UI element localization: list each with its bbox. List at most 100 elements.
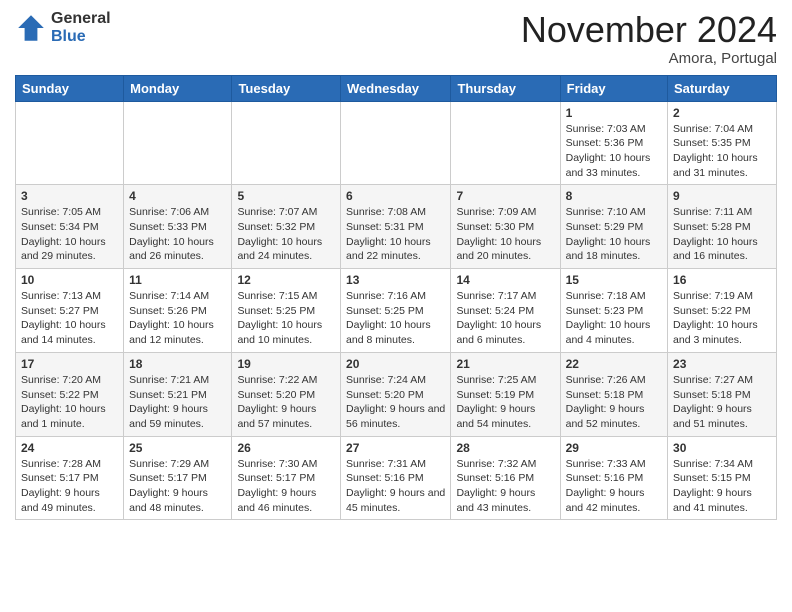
cell-0-2 <box>232 101 341 185</box>
day-info-1: Sunrise: 7:03 AM Sunset: 5:36 PM Dayligh… <box>566 122 662 181</box>
day-info-11: Sunrise: 7:14 AM Sunset: 5:26 PM Dayligh… <box>129 289 226 348</box>
col-sunday: Sunday <box>16 75 124 101</box>
logo: General Blue <box>15 10 111 45</box>
day-number-5: 5 <box>237 189 335 203</box>
cell-1-1: 4 Sunrise: 7:06 AM Sunset: 5:33 PM Daylig… <box>124 185 232 269</box>
day-number-30: 30 <box>673 441 771 455</box>
cell-3-6: 23Sunrise: 7:27 AM Sunset: 5:18 PM Dayli… <box>668 352 777 436</box>
col-monday: Monday <box>124 75 232 101</box>
cell-2-0: 10Sunrise: 7:13 AM Sunset: 5:27 PM Dayli… <box>16 269 124 353</box>
location: Amora, Portugal <box>521 50 777 67</box>
day-number-12: 12 <box>237 273 335 287</box>
day-info-10: Sunrise: 7:13 AM Sunset: 5:27 PM Dayligh… <box>21 289 118 348</box>
cell-1-3: 6 Sunrise: 7:08 AM Sunset: 5:31 PM Daylig… <box>341 185 451 269</box>
page: General Blue November 2024 Amora, Portug… <box>0 0 792 535</box>
cell-2-4: 14 Sunrise: 7:17 AM Sunset: 5:24 PM Dayli… <box>451 269 560 353</box>
cell-1-4: 7 Sunrise: 7:09 AM Sunset: 5:30 PM Daylig… <box>451 185 560 269</box>
day-number-26: 26 <box>237 441 335 455</box>
cell-2-2: 12 Sunrise: 7:15 AM Sunset: 5:25 PM Dayli… <box>232 269 341 353</box>
cell-4-1: 25Sunrise: 7:29 AM Sunset: 5:17 PM Dayli… <box>124 436 232 520</box>
day-number-24: 24 <box>21 441 118 455</box>
cell-3-1: 18 Sunrise: 7:21 AM Sunset: 5:21 PM Dayli… <box>124 352 232 436</box>
day-number-9: 9 <box>673 189 771 203</box>
day-info-9: Sunrise: 7:11 AM Sunset: 5:28 PM Dayligh… <box>673 205 771 264</box>
week-row-0: 1 Sunrise: 7:03 AM Sunset: 5:36 PM Daylig… <box>16 101 777 185</box>
day-number-2: 2 <box>673 106 771 120</box>
cell-2-5: 15 Sunrise: 7:18 AM Sunset: 5:23 PM Dayli… <box>560 269 667 353</box>
day-number-20: 20 <box>346 357 445 371</box>
day-info-16: Sunrise: 7:19 AM Sunset: 5:22 PM Dayligh… <box>673 289 771 348</box>
day-info-18: Sunrise: 7:21 AM Sunset: 5:21 PM Dayligh… <box>129 373 226 432</box>
day-number-27: 27 <box>346 441 445 455</box>
day-number-29: 29 <box>566 441 662 455</box>
header: General Blue November 2024 Amora, Portug… <box>15 10 777 67</box>
cell-0-5: 1 Sunrise: 7:03 AM Sunset: 5:36 PM Daylig… <box>560 101 667 185</box>
cell-4-4: 28 Sunrise: 7:32 AM Sunset: 5:16 PM Dayli… <box>451 436 560 520</box>
day-number-14: 14 <box>456 273 554 287</box>
cell-2-6: 16 Sunrise: 7:19 AM Sunset: 5:22 PM Dayli… <box>668 269 777 353</box>
logo-blue-text: Blue <box>51 28 111 46</box>
cell-3-0: 17Sunrise: 7:20 AM Sunset: 5:22 PM Dayli… <box>16 352 124 436</box>
day-number-18: 18 <box>129 357 226 371</box>
day-info-24: Sunrise: 7:28 AM Sunset: 5:17 PM Dayligh… <box>21 457 118 516</box>
cell-1-5: 8 Sunrise: 7:10 AM Sunset: 5:29 PM Daylig… <box>560 185 667 269</box>
cell-1-0: 3 Sunrise: 7:05 AM Sunset: 5:34 PM Daylig… <box>16 185 124 269</box>
day-info-29: Sunrise: 7:33 AM Sunset: 5:16 PM Dayligh… <box>566 457 662 516</box>
cell-3-3: 20 Sunrise: 7:24 AM Sunset: 5:20 PM Dayli… <box>341 352 451 436</box>
col-saturday: Saturday <box>668 75 777 101</box>
day-number-8: 8 <box>566 189 662 203</box>
logo-general-text: General <box>51 10 111 28</box>
logo-icon <box>15 12 47 44</box>
cell-0-3 <box>341 101 451 185</box>
cell-1-2: 5Sunrise: 7:07 AM Sunset: 5:32 PM Daylig… <box>232 185 341 269</box>
day-info-26: Sunrise: 7:30 AM Sunset: 5:17 PM Dayligh… <box>237 457 335 516</box>
cell-4-0: 24 Sunrise: 7:28 AM Sunset: 5:17 PM Dayli… <box>16 436 124 520</box>
day-info-15: Sunrise: 7:18 AM Sunset: 5:23 PM Dayligh… <box>566 289 662 348</box>
day-number-28: 28 <box>456 441 554 455</box>
day-number-15: 15 <box>566 273 662 287</box>
day-number-6: 6 <box>346 189 445 203</box>
day-number-3: 3 <box>21 189 118 203</box>
day-number-11: 11 <box>129 273 226 287</box>
cell-4-6: 30 Sunrise: 7:34 AM Sunset: 5:15 PM Dayli… <box>668 436 777 520</box>
cell-3-5: 22Sunrise: 7:26 AM Sunset: 5:18 PM Dayli… <box>560 352 667 436</box>
day-info-8: Sunrise: 7:10 AM Sunset: 5:29 PM Dayligh… <box>566 205 662 264</box>
day-number-13: 13 <box>346 273 445 287</box>
day-info-27: Sunrise: 7:31 AM Sunset: 5:16 PM Dayligh… <box>346 457 445 516</box>
day-number-4: 4 <box>129 189 226 203</box>
day-info-30: Sunrise: 7:34 AM Sunset: 5:15 PM Dayligh… <box>673 457 771 516</box>
cell-2-3: 13Sunrise: 7:16 AM Sunset: 5:25 PM Dayli… <box>341 269 451 353</box>
day-info-12: Sunrise: 7:15 AM Sunset: 5:25 PM Dayligh… <box>237 289 335 348</box>
title-area: November 2024 Amora, Portugal <box>521 10 777 67</box>
day-info-28: Sunrise: 7:32 AM Sunset: 5:16 PM Dayligh… <box>456 457 554 516</box>
day-info-25: Sunrise: 7:29 AM Sunset: 5:17 PM Dayligh… <box>129 457 226 516</box>
day-info-7: Sunrise: 7:09 AM Sunset: 5:30 PM Dayligh… <box>456 205 554 264</box>
day-info-3: Sunrise: 7:05 AM Sunset: 5:34 PM Dayligh… <box>21 205 118 264</box>
calendar-table: Sunday Monday Tuesday Wednesday Thursday… <box>15 75 777 521</box>
cell-3-2: 19 Sunrise: 7:22 AM Sunset: 5:20 PM Dayli… <box>232 352 341 436</box>
month-title: November 2024 <box>521 10 777 50</box>
col-thursday: Thursday <box>451 75 560 101</box>
day-info-20: Sunrise: 7:24 AM Sunset: 5:20 PM Dayligh… <box>346 373 445 432</box>
day-number-7: 7 <box>456 189 554 203</box>
day-number-19: 19 <box>237 357 335 371</box>
day-info-21: Sunrise: 7:25 AM Sunset: 5:19 PM Dayligh… <box>456 373 554 432</box>
calendar-header-row: Sunday Monday Tuesday Wednesday Thursday… <box>16 75 777 101</box>
day-info-2: Sunrise: 7:04 AM Sunset: 5:35 PM Dayligh… <box>673 122 771 181</box>
day-info-6: Sunrise: 7:08 AM Sunset: 5:31 PM Dayligh… <box>346 205 445 264</box>
week-row-2: 10Sunrise: 7:13 AM Sunset: 5:27 PM Dayli… <box>16 269 777 353</box>
day-number-1: 1 <box>566 106 662 120</box>
cell-4-5: 29 Sunrise: 7:33 AM Sunset: 5:16 PM Dayli… <box>560 436 667 520</box>
col-friday: Friday <box>560 75 667 101</box>
day-info-14: Sunrise: 7:17 AM Sunset: 5:24 PM Dayligh… <box>456 289 554 348</box>
week-row-1: 3 Sunrise: 7:05 AM Sunset: 5:34 PM Daylig… <box>16 185 777 269</box>
col-tuesday: Tuesday <box>232 75 341 101</box>
day-number-23: 23 <box>673 357 771 371</box>
day-info-4: Sunrise: 7:06 AM Sunset: 5:33 PM Dayligh… <box>129 205 226 264</box>
day-info-19: Sunrise: 7:22 AM Sunset: 5:20 PM Dayligh… <box>237 373 335 432</box>
cell-1-6: 9 Sunrise: 7:11 AM Sunset: 5:28 PM Daylig… <box>668 185 777 269</box>
cell-2-1: 11 Sunrise: 7:14 AM Sunset: 5:26 PM Dayli… <box>124 269 232 353</box>
cell-0-4 <box>451 101 560 185</box>
day-info-17: Sunrise: 7:20 AM Sunset: 5:22 PM Dayligh… <box>21 373 118 432</box>
day-number-16: 16 <box>673 273 771 287</box>
